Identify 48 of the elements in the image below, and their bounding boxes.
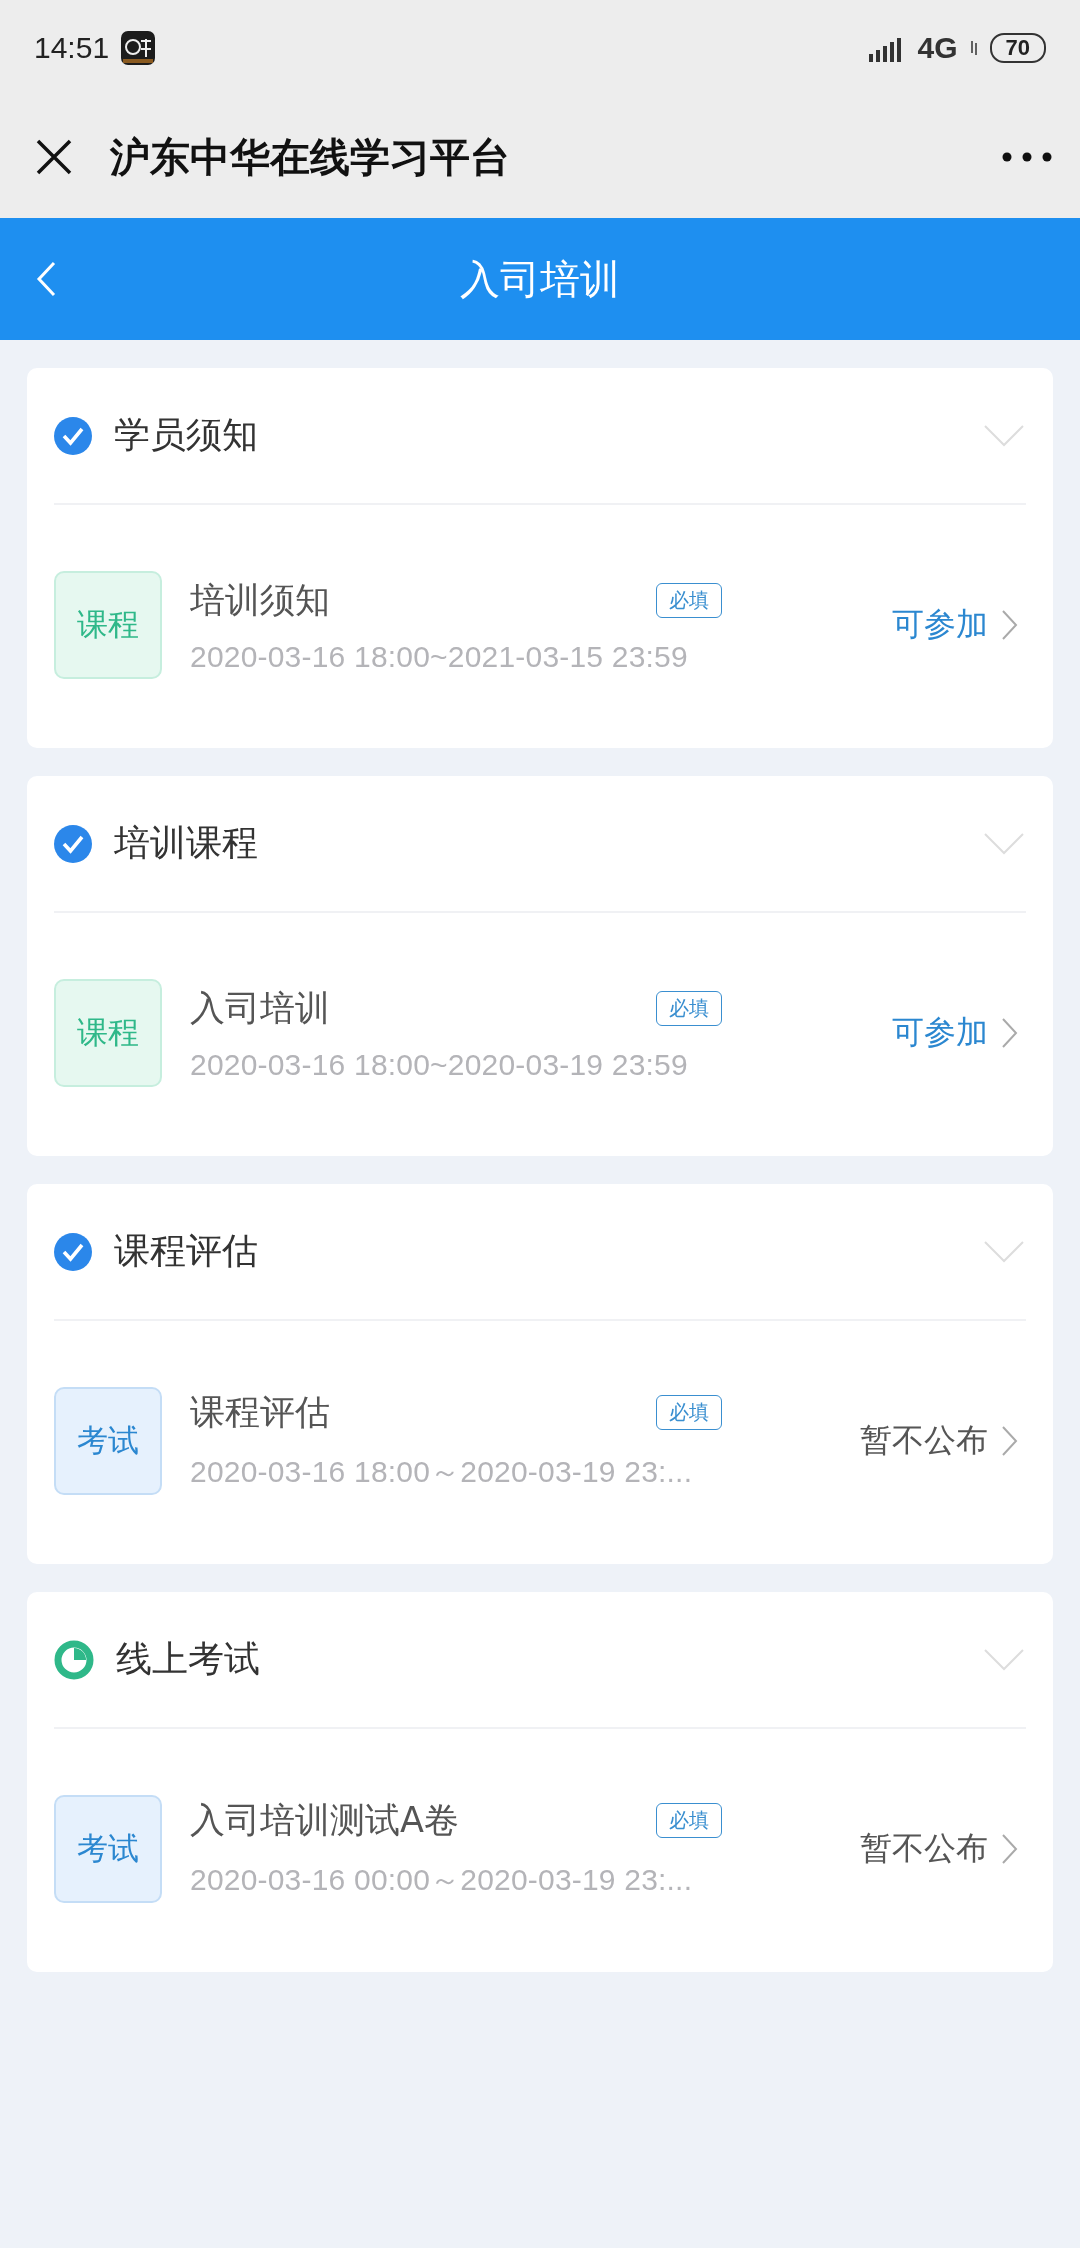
chevron-right-icon	[1002, 610, 1018, 640]
status-label: 可参加	[892, 1012, 988, 1053]
network-label: 4G	[917, 31, 958, 65]
time-range: 2020-03-16 18:00~2021-03-15 23:59	[190, 639, 689, 674]
status-label: 暂不公布	[860, 1828, 988, 1869]
close-button[interactable]	[34, 137, 74, 177]
more-icon	[1002, 152, 1052, 162]
item-title: 入司培训测试A卷	[190, 1799, 459, 1842]
type-tag: 考试	[54, 1795, 162, 1903]
course-item[interactable]: 考试 课程评估 必填 2020-03-16 18:00～2020-03-19 23:... 暂不公布	[54, 1321, 1026, 1561]
section-header[interactable]: 培训课程	[54, 776, 1026, 911]
item-title: 课程评估	[190, 1391, 330, 1434]
section-header[interactable]: 课程评估	[54, 1184, 1026, 1319]
course-item[interactable]: 课程 培训须知 必填 2020-03-16 18:00~2021-03-15 23:59 可参加	[54, 505, 1026, 745]
section-title: 线上考试	[116, 1637, 261, 1681]
chevron-right-icon	[1002, 1426, 1018, 1456]
section-header[interactable]: 线上考试	[54, 1592, 1026, 1727]
status-label: 暂不公布	[860, 1420, 988, 1461]
app-title: 沪东中华在线学习平台	[110, 132, 511, 182]
type-tag: 课程	[54, 979, 162, 1087]
chevron-right-icon	[1002, 1834, 1018, 1864]
time-range: 2020-03-16 18:00～2020-03-19 23:...	[190, 1454, 694, 1490]
back-icon	[36, 261, 56, 297]
item-title: 培训须知	[190, 578, 330, 622]
section-title: 学员须知	[114, 413, 259, 457]
more-button[interactable]	[1002, 152, 1052, 162]
required-tag: 必填	[656, 990, 722, 1026]
chevron-right-icon	[1002, 1018, 1018, 1048]
section-title: 课程评估	[114, 1229, 259, 1273]
section-title: 培训课程	[114, 821, 259, 865]
time-range: 2020-03-16 18:00~2020-03-19 23:59	[190, 1047, 689, 1082]
course-item[interactable]: 考试 入司培训测试A卷 必填 2020-03-16 00:00～2020-03-19 23:... 暂不公布	[54, 1729, 1026, 1969]
course-item[interactable]: 课程 入司培训 必填 2020-03-16 18:00~2020-03-19 23:59 可参加	[54, 913, 1026, 1153]
back-button[interactable]	[36, 261, 56, 297]
required-tag: 必填	[656, 1803, 722, 1838]
page-title: 入司培训	[460, 254, 620, 304]
type-tag: 课程	[54, 571, 162, 679]
clock-time: 14:51	[34, 31, 110, 65]
time-range: 2020-03-16 00:00～2020-03-19 23:...	[190, 1862, 694, 1898]
type-tag: 考试	[54, 1387, 162, 1495]
required-tag: 必填	[656, 582, 722, 618]
app-notification-icon	[121, 31, 156, 65]
battery-level: 70	[989, 33, 1046, 63]
item-title: 入司培训	[190, 986, 330, 1030]
required-tag: 必填	[656, 1395, 722, 1430]
section-header[interactable]: 学员须知	[54, 368, 1026, 503]
close-icon	[34, 137, 74, 177]
status-label: 可参加	[892, 604, 988, 645]
